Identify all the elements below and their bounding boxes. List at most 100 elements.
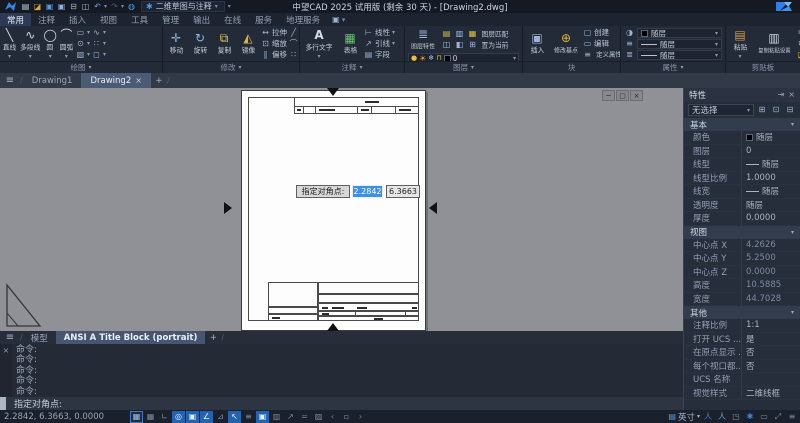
layer-dropdown[interactable]: ● ☀ ❄ ⊓ 0 ▾ — [408, 53, 519, 61]
selection-dropdown[interactable]: 无选择▾ — [688, 104, 754, 116]
modify-panel-label[interactable]: 修改▾ — [163, 61, 299, 73]
command-input-line[interactable]: 指定对角点: — [0, 397, 683, 410]
hatch-tool[interactable]: ▧▾◻▾ — [76, 50, 106, 60]
tab-output[interactable]: 输出 — [186, 13, 217, 26]
grid-display-icon[interactable]: ▦ — [130, 411, 143, 423]
settings-gear-icon[interactable]: ✱ — [744, 411, 756, 423]
isoplane-icon[interactable]: ⊿ — [214, 411, 227, 423]
linetype-dropdown[interactable]: ≡ 随层▾ — [624, 39, 722, 49]
scale-tool[interactable]: ⊡缩放 — [261, 39, 287, 49]
draw-panel-label[interactable]: 绘图▾ — [0, 61, 162, 73]
layer-isolate-icon[interactable]: ◫ — [441, 40, 452, 50]
block-panel-label[interactable]: 块 — [523, 61, 620, 73]
arc-button[interactable]: ⌒圆弧▾ — [59, 28, 74, 59]
set-current-layer-tool[interactable]: ◫ ◧ ⊞ 置为当前 — [441, 40, 519, 50]
redo-dropdown-icon[interactable]: ▾ — [121, 3, 124, 10]
ribbon-display-toggle[interactable]: ▣▾ — [327, 13, 350, 26]
tab-geo-services[interactable]: 地理服务 — [279, 13, 327, 26]
dynamic-input-icon[interactable]: ↖ — [228, 411, 241, 423]
annotation-visibility-icon[interactable]: 人 — [716, 411, 728, 423]
edit-block-tool[interactable]: ▭编辑 — [583, 39, 620, 49]
close-command-icon[interactable]: × — [3, 346, 10, 355]
array-tool[interactable]: ∷阵列▾ — [289, 50, 299, 60]
stretch-tool[interactable]: ↔拉伸 — [261, 28, 287, 38]
transparency-icon[interactable]: ▣ — [256, 411, 269, 423]
prop-row-layer[interactable]: 图层0 — [684, 145, 800, 159]
autohide-pin-icon[interactable]: ⇥ — [778, 90, 785, 99]
prop-row-annotation-scale[interactable]: 注释比例1:1 — [684, 319, 800, 333]
lineweight-dropdown[interactable]: ≣ 随层▾ — [624, 50, 722, 60]
dual-units-icon[interactable]: = — [298, 411, 311, 423]
color-dropdown[interactable]: ◑ 随层▾ — [624, 28, 722, 38]
field-tool[interactable]: ▤字段 — [364, 50, 395, 60]
ortho-icon[interactable]: ∟ — [158, 411, 171, 423]
prop-row-center-y[interactable]: 中心点 Y5.2500 — [684, 252, 800, 266]
layout-menu-icon[interactable]: ≡ — [0, 331, 20, 344]
paste-button[interactable]: ▤粘贴▾ — [728, 28, 752, 59]
match-properties-icon[interactable]: ◪ — [796, 50, 800, 60]
cloud-icon[interactable]: ◍ — [126, 1, 137, 12]
section-other[interactable]: 其他▾ — [684, 306, 800, 319]
close-icon[interactable]: × — [788, 90, 795, 99]
clipboard-panel-label[interactable]: 剪贴板 — [726, 61, 800, 73]
tab-services[interactable]: 服务 — [248, 13, 279, 26]
snap-mode-icon[interactable]: ▦ — [144, 411, 157, 423]
display-icon[interactable]: ▭ — [758, 411, 770, 423]
redo-icon[interactable]: ↷ — [109, 1, 120, 12]
tab-online[interactable]: 在线 — [217, 13, 248, 26]
open-folder-icon[interactable]: ◪ — [32, 1, 43, 12]
layer-properties-button[interactable]: ≣图层特性 — [408, 27, 438, 52]
prop-row-visual-style[interactable]: 视觉样式二维线框 — [684, 387, 800, 401]
undo-icon[interactable]: ↶ — [92, 1, 103, 12]
print-icon[interactable]: ⊟ — [68, 1, 79, 12]
circle-button[interactable]: ◯圆▾ — [44, 28, 57, 59]
section-basic[interactable]: 基本▾ — [684, 118, 800, 131]
tab-view[interactable]: 视图 — [93, 13, 124, 26]
dynamic-input-y[interactable]: 6.3663 — [386, 185, 420, 198]
command-grip[interactable] — [0, 397, 6, 410]
doc-tab-drawing2[interactable]: Drawing2× — [81, 73, 150, 88]
tab-insert[interactable]: 插入 — [62, 13, 93, 26]
minimize-icon[interactable]: ─ — [602, 90, 615, 101]
linear-dim-tool[interactable]: ⊢线性▾ — [364, 28, 395, 38]
new-tab-button[interactable]: + — [151, 73, 167, 88]
copy-button[interactable]: ⧉复制 — [213, 31, 235, 56]
workspace-switcher[interactable]: ✱ 二维草图与注释 ▾ — [141, 1, 225, 12]
prop-row-ucs-origin[interactable]: 在原点显示 ...否 — [684, 346, 800, 360]
properties-panel-label[interactable]: 属性▾ — [621, 61, 725, 73]
chevron-left-icon[interactable]: ‹ — [326, 411, 339, 423]
copy-clip-icon[interactable]: ⧉ — [796, 39, 800, 49]
undo-dropdown-icon[interactable]: ▾ — [104, 3, 107, 10]
layer-lock-icon[interactable]: ▦ — [467, 29, 478, 39]
osnap-icon[interactable]: ◎ — [172, 411, 185, 423]
annotation-scale-icon[interactable]: 人 — [702, 411, 714, 423]
units-dropdown[interactable]: ▤英寸▾ — [668, 411, 700, 423]
annotation-monitor-icon[interactable]: ↗ — [284, 411, 297, 423]
tab-home[interactable]: 常用 — [0, 13, 31, 26]
prop-row-ucs-per-viewport[interactable]: 每个视口都...否 — [684, 360, 800, 374]
mtext-button[interactable]: A多行文字▾ — [302, 28, 336, 59]
tab-manage[interactable]: 管理 — [155, 13, 186, 26]
annotate-panel-label[interactable]: 注释▾ — [300, 61, 404, 73]
prop-row-center-x[interactable]: 中心点 X4.2626 — [684, 239, 800, 253]
status-menu-icon[interactable]: ≡ — [786, 411, 798, 423]
toggle-pickadd-icon[interactable]: ⊞ — [756, 104, 768, 116]
restore-icon[interactable]: ▢ — [616, 90, 629, 101]
create-block-tool[interactable]: ▢创建 — [583, 28, 620, 38]
paste-settings-button[interactable]: ▥复制粘贴设置 — [754, 31, 794, 56]
drawing-canvas[interactable]: 指定对角点: 2.2842 6.3663 ─ ▢ × — [0, 88, 683, 331]
layer-walk-icon[interactable]: ⊞ — [467, 40, 478, 50]
layer-panel-label[interactable]: 图层▾ — [405, 61, 522, 73]
save-as-icon[interactable]: ▣ — [56, 1, 67, 12]
plot-preview-icon[interactable]: ◫ — [80, 1, 91, 12]
section-view[interactable]: 视图▾ — [684, 226, 800, 239]
customization-icon[interactable]: ▫ — [340, 411, 353, 423]
workspace-3d-icon[interactable]: ◳ — [730, 411, 742, 423]
save-icon[interactable]: ▣ — [44, 1, 55, 12]
model-tab[interactable]: 模型 — [23, 331, 56, 344]
move-button[interactable]: ✛移动 — [165, 31, 187, 56]
select-objects-icon[interactable]: ⊡ — [770, 104, 782, 116]
new-file-icon[interactable]: ▤ — [20, 1, 31, 12]
mirror-button[interactable]: ◭镜像 — [237, 31, 259, 56]
doc-tab-menu-icon[interactable]: ≡ — [0, 73, 20, 88]
